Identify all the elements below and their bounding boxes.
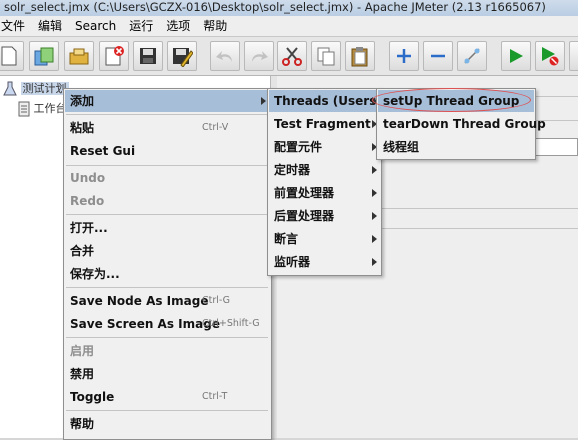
menu-item-assertion[interactable]: 断言 bbox=[269, 228, 380, 250]
threads-submenu: setUp Thread Group tearDown Thread Group… bbox=[376, 88, 546, 160]
menu-item-disable[interactable]: 禁用 bbox=[65, 363, 270, 385]
menu-item-redo[interactable]: Redo bbox=[65, 190, 270, 212]
new-icon[interactable] bbox=[0, 41, 24, 71]
close-icon[interactable] bbox=[99, 41, 129, 71]
paste-icon[interactable] bbox=[345, 41, 375, 71]
menu-item-open[interactable]: 打开... bbox=[65, 217, 270, 239]
window-title: solr_select.jmx (C:\Users\GCZX-016\Deskt… bbox=[4, 0, 546, 14]
toolbar bbox=[0, 37, 578, 76]
tree-node-workbench[interactable]: 工作台 bbox=[18, 100, 67, 117]
add-submenu: Threads (Users) Test Fragment 配置元件 定时器 前… bbox=[267, 88, 382, 276]
menu-separator bbox=[66, 114, 268, 115]
menu-separator bbox=[66, 410, 268, 411]
tree-node-label: 测试计划 bbox=[20, 82, 69, 95]
menu-item-listener[interactable]: 监听器 bbox=[269, 251, 380, 273]
menu-item-undo[interactable]: Undo bbox=[65, 167, 270, 189]
copy-icon[interactable] bbox=[311, 41, 341, 71]
templates-icon[interactable] bbox=[29, 41, 59, 71]
open-icon[interactable] bbox=[64, 41, 94, 71]
menu-options[interactable]: 选项 bbox=[160, 16, 197, 36]
menu-item-toggle[interactable]: Toggle Ctrl-T bbox=[65, 386, 270, 408]
menu-help[interactable]: 帮助 bbox=[197, 16, 234, 36]
start-no-pause-icon[interactable] bbox=[535, 41, 565, 71]
menu-file[interactable]: 文件 bbox=[0, 16, 32, 36]
redo-icon[interactable] bbox=[244, 41, 274, 71]
submenu-arrow-icon bbox=[372, 189, 377, 197]
menu-item-threads[interactable]: Threads (Users) bbox=[269, 90, 382, 112]
submenu-arrow-icon bbox=[372, 258, 377, 266]
menu-item-save-node-as-image[interactable]: Save Node As Image Ctrl-G bbox=[65, 290, 270, 312]
menu-item-merge[interactable]: 合并 bbox=[65, 240, 270, 262]
context-menu: 添加 粘贴 Ctrl-V Reset Gui Undo Redo 打开... 合… bbox=[63, 88, 272, 440]
submenu-arrow-icon bbox=[261, 97, 266, 105]
menu-edit[interactable]: 编辑 bbox=[32, 16, 69, 36]
menu-item-thread-group[interactable]: 线程组 bbox=[378, 136, 534, 158]
submenu-arrow-icon bbox=[372, 235, 377, 243]
save-as-icon[interactable] bbox=[167, 41, 197, 71]
menu-item-save-as[interactable]: 保存为... bbox=[65, 263, 270, 285]
menu-item-post-processor[interactable]: 后置处理器 bbox=[269, 205, 380, 227]
menu-item-pre-processor[interactable]: 前置处理器 bbox=[269, 182, 380, 204]
submenu-arrow-icon bbox=[372, 166, 377, 174]
menu-separator bbox=[66, 165, 268, 166]
undo-icon[interactable] bbox=[210, 41, 240, 71]
menu-search[interactable]: Search bbox=[69, 16, 123, 36]
menu-item-setup-thread-group[interactable]: setUp Thread Group bbox=[378, 90, 534, 112]
menu-item-paste[interactable]: 粘贴 Ctrl-V bbox=[65, 117, 270, 139]
flask-icon bbox=[3, 81, 17, 96]
submenu-arrow-icon bbox=[372, 212, 377, 220]
collapse-icon[interactable] bbox=[423, 41, 453, 71]
menu-bar: 文件 编辑 Search 运行 选项 帮助 bbox=[0, 16, 578, 37]
menu-separator bbox=[66, 287, 268, 288]
toolbar-overflow-icon[interactable] bbox=[569, 41, 578, 71]
expand-icon[interactable] bbox=[389, 41, 419, 71]
tree-node-test-plan[interactable]: 测试计划 bbox=[3, 80, 69, 97]
menu-item-add[interactable]: 添加 bbox=[65, 90, 270, 112]
cut-icon[interactable] bbox=[277, 41, 307, 71]
tree-node-label: 工作台 bbox=[33, 102, 67, 115]
menu-item-save-screen-as-image[interactable]: Save Screen As Image Ctrl+Shift-G bbox=[65, 313, 270, 335]
toggle-icon[interactable] bbox=[457, 41, 487, 71]
menu-item-help[interactable]: 帮助 bbox=[65, 413, 270, 435]
menu-separator bbox=[66, 337, 268, 338]
workbench-icon bbox=[18, 101, 30, 117]
menu-item-reset-gui[interactable]: Reset Gui bbox=[65, 140, 270, 162]
save-icon[interactable] bbox=[133, 41, 163, 71]
menu-item-enable[interactable]: 启用 bbox=[65, 340, 270, 362]
menu-separator bbox=[66, 214, 268, 215]
window-title-bar: solr_select.jmx (C:\Users\GCZX-016\Deskt… bbox=[0, 0, 578, 16]
menu-run[interactable]: 运行 bbox=[123, 16, 160, 36]
menu-item-test-fragment[interactable]: Test Fragment bbox=[269, 113, 380, 135]
menu-item-teardown-thread-group[interactable]: tearDown Thread Group bbox=[378, 113, 546, 135]
menu-item-timer[interactable]: 定时器 bbox=[269, 159, 380, 181]
start-icon[interactable] bbox=[501, 41, 531, 71]
menu-item-config-element[interactable]: 配置元件 bbox=[269, 136, 380, 158]
